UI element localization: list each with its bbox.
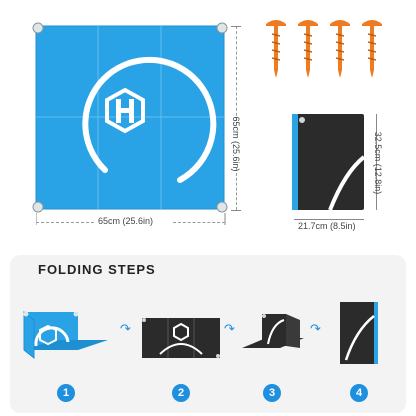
curved-arrow-icon: ↷ xyxy=(120,322,131,337)
folded-height-label: 32.5cm (12.8in) xyxy=(373,131,383,195)
step-4-badge: 4 xyxy=(350,384,368,402)
mat-width-line-right xyxy=(173,222,225,223)
step-3-badge: 3 xyxy=(263,384,281,402)
step-1-illustration xyxy=(18,302,114,364)
stakes-illustration xyxy=(262,18,392,80)
step-1-badge: 1 xyxy=(57,384,75,402)
step-3-illustration xyxy=(240,310,308,364)
folded-width-line xyxy=(294,219,364,220)
step-2-illustration xyxy=(140,314,222,362)
step-4-illustration xyxy=(336,300,382,366)
mat-height-label: 65cm (25.6in) xyxy=(231,116,241,172)
mat-height-cap-bottom xyxy=(231,210,241,211)
folding-steps-title: FOLDING STEPS xyxy=(38,262,156,277)
mat-width-line-left xyxy=(36,222,94,223)
mat-illustration xyxy=(30,20,230,215)
mat-height-cap-top xyxy=(231,26,241,27)
mat-width-label: 65cm (25.6in) xyxy=(98,216,154,226)
folded-mat-illustration xyxy=(290,112,366,212)
curved-arrow-icon: ↷ xyxy=(310,322,321,337)
folded-width-label: 21.7cm (8.5in) xyxy=(298,221,356,231)
curved-arrow-icon: ↷ xyxy=(224,322,235,337)
step-2-badge: 2 xyxy=(172,384,190,402)
